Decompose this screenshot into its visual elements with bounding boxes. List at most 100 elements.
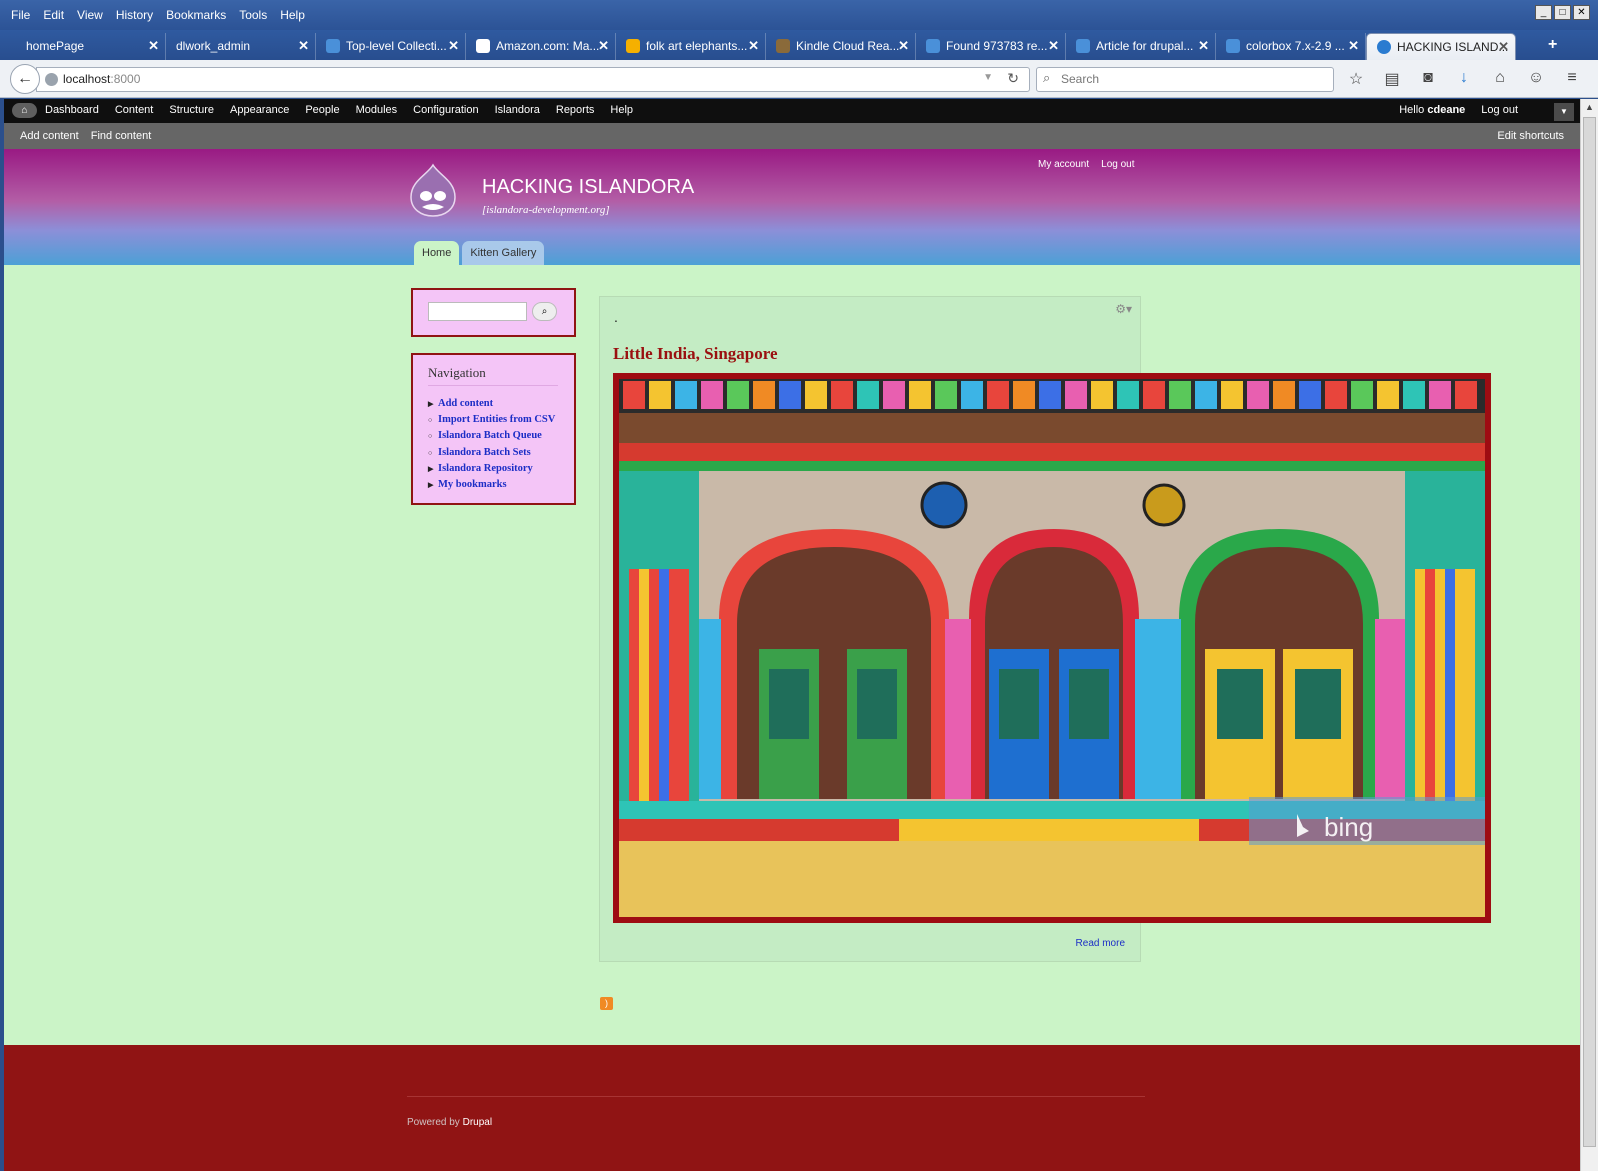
my-account-link[interactable]: My account <box>1038 159 1089 170</box>
close-tab-icon[interactable]: ✕ <box>298 38 309 54</box>
drupal-logo-icon[interactable] <box>409 163 457 217</box>
nav-item-my-bookmarks[interactable]: ▶ My bookmarks <box>428 477 555 493</box>
close-tab-icon[interactable]: ✕ <box>448 38 459 54</box>
admin-menu-modules[interactable]: Modules <box>356 104 398 116</box>
tab-amazon[interactable]: Amazon.com: Ma... ✕ <box>466 33 616 60</box>
back-button[interactable]: ← <box>10 64 40 94</box>
admin-menu-help[interactable]: Help <box>610 104 633 116</box>
tab-kitten-gallery[interactable]: Kitten Gallery <box>462 241 545 265</box>
page-viewport: ⌂ Dashboard Content Structure Appearance… <box>4 99 1580 1171</box>
site-name[interactable]: HACKING ISLANDORA <box>482 176 694 199</box>
close-window-button[interactable]: ✕ <box>1573 5 1590 20</box>
menu-help[interactable]: Help <box>275 6 313 24</box>
menu-view[interactable]: View <box>72 6 111 24</box>
nav-item-import-entities[interactable]: ○ Import Entities from CSV <box>428 412 555 428</box>
node-dot: . <box>614 309 618 325</box>
tab-label: Article for drupal... <box>1096 39 1194 53</box>
admin-menu-reports[interactable]: Reports <box>556 104 595 116</box>
url-bar[interactable]: localhost:8000 ▼ ↻ <box>36 67 1030 92</box>
hello-text: Hello <box>1399 104 1425 116</box>
reading-list-icon[interactable]: ▤ <box>1382 69 1402 89</box>
shortcuts-toggle-icon[interactable]: ▼ <box>1554 103 1574 121</box>
admin-menu-configuration[interactable]: Configuration <box>413 104 478 116</box>
tab-label: homePage <box>26 39 85 53</box>
node-title[interactable]: Little India, Singapore <box>613 344 778 364</box>
nav-item-add-content[interactable]: ▶ Add content <box>428 396 555 412</box>
admin-menu-structure[interactable]: Structure <box>169 104 214 116</box>
close-tab-icon[interactable]: ✕ <box>898 38 909 54</box>
drupal-link[interactable]: Drupal <box>463 1117 492 1128</box>
nav-item-batch-queue[interactable]: ○ Islandora Batch Queue <box>428 428 555 444</box>
tab-folk-art[interactable]: folk art elephants... ✕ <box>616 33 766 60</box>
hamburger-menu-icon[interactable]: ≡ <box>1562 69 1582 89</box>
vertical-scrollbar[interactable]: ▲ <box>1580 99 1598 1171</box>
bing-icon <box>626 39 640 53</box>
contextual-gear-icon[interactable]: ⚙▾ <box>1115 302 1132 316</box>
tab-label: folk art elephants... <box>646 39 748 53</box>
maximize-button[interactable]: □ <box>1554 5 1571 20</box>
logout-link[interactable]: Log out <box>1101 159 1134 170</box>
admin-menu-appearance[interactable]: Appearance <box>230 104 289 116</box>
navigation-list: ▶ Add content ○ Import Entities from CSV ○… <box>428 396 555 493</box>
shortcut-find-content[interactable]: Find content <box>91 130 152 142</box>
tab-found-results[interactable]: Found 973783 re... ✕ <box>916 33 1066 60</box>
admin-menu-people[interactable]: People <box>305 104 339 116</box>
home-icon[interactable]: ⌂ <box>1490 69 1510 89</box>
circle-bullet-icon: ○ <box>428 416 433 425</box>
tab-kindle[interactable]: Kindle Cloud Rea... ✕ <box>766 33 916 60</box>
chat-icon[interactable]: ☺ <box>1526 69 1546 89</box>
site-identity-icon[interactable] <box>45 73 58 86</box>
close-tab-icon[interactable]: ✕ <box>748 38 759 54</box>
admin-menu-content[interactable]: Content <box>115 104 154 116</box>
tab-label: Found 973783 re... <box>946 39 1048 53</box>
bookmark-star-icon[interactable]: ☆ <box>1346 69 1366 89</box>
history-dropdown-icon[interactable]: ▼ <box>983 72 993 83</box>
search-input[interactable]: ⌕ Search <box>1036 67 1334 92</box>
close-tab-icon[interactable]: ✕ <box>1048 38 1059 54</box>
admin-user-area: Hello cdeane Log out <box>1399 104 1518 116</box>
rss-feed-icon[interactable]: ) <box>600 997 613 1010</box>
tab-hacking-islandora[interactable]: HACKING ISLAND... ✕ <box>1366 33 1516 60</box>
close-tab-icon[interactable]: ✕ <box>1498 39 1509 55</box>
menu-tools[interactable]: Tools <box>234 6 275 24</box>
username[interactable]: cdeane <box>1427 104 1465 116</box>
tab-label: HACKING ISLAND... <box>1397 40 1509 54</box>
url-port: :8000 <box>110 72 141 86</box>
menu-bookmarks[interactable]: Bookmarks <box>161 6 234 24</box>
menu-edit[interactable]: Edit <box>38 6 72 24</box>
download-icon[interactable]: ↓ <box>1454 69 1474 89</box>
minimize-button[interactable]: _ <box>1535 5 1552 20</box>
close-tab-icon[interactable]: ✕ <box>148 38 159 54</box>
admin-menu-dashboard[interactable]: Dashboard <box>45 104 99 116</box>
tab-colorbox[interactable]: colorbox 7.x-2.9 ... ✕ <box>1216 33 1366 60</box>
close-tab-icon[interactable]: ✕ <box>1198 38 1209 54</box>
tab-home[interactable]: Home <box>414 241 460 265</box>
admin-logout-link[interactable]: Log out <box>1481 104 1518 116</box>
reload-icon[interactable]: ↻ <box>1007 70 1019 87</box>
bing-watermark: bing <box>1324 812 1373 842</box>
search-submit-button[interactable]: ⌕ <box>532 302 557 321</box>
menu-history[interactable]: History <box>111 6 161 24</box>
site-slogan: [islandora-development.org] <box>482 204 610 216</box>
nav-item-islandora-repository[interactable]: ▶ Islandora Repository <box>428 461 555 477</box>
edit-shortcuts-link[interactable]: Edit shortcuts <box>1497 130 1564 142</box>
new-tab-icon[interactable]: + <box>1548 36 1557 54</box>
site-search-input[interactable] <box>428 302 527 321</box>
menu-file[interactable]: File <box>6 6 38 24</box>
tab-article-drupal[interactable]: Article for drupal... ✕ <box>1066 33 1216 60</box>
tab-homepage[interactable]: homePage ✕ <box>16 33 166 60</box>
admin-home-icon[interactable]: ⌂ <box>12 103 37 118</box>
scroll-up-icon[interactable]: ▲ <box>1585 102 1594 112</box>
pocket-icon[interactable]: ◙ <box>1418 69 1438 89</box>
read-more-link[interactable]: Read more <box>1076 938 1125 949</box>
search-icon: ⌕ <box>1043 70 1051 85</box>
node-image[interactable]: bing <box>613 373 1491 923</box>
admin-menu-islandora[interactable]: Islandora <box>495 104 540 116</box>
scrollbar-thumb[interactable] <box>1583 117 1596 1147</box>
tab-top-level-collection[interactable]: Top-level Collecti... ✕ <box>316 33 466 60</box>
tab-dlwork-admin[interactable]: dlwork_admin ✕ <box>166 33 316 60</box>
nav-item-batch-sets[interactable]: ○ Islandora Batch Sets <box>428 445 555 461</box>
close-tab-icon[interactable]: ✕ <box>598 38 609 54</box>
shortcut-add-content[interactable]: Add content <box>20 130 79 142</box>
close-tab-icon[interactable]: ✕ <box>1348 38 1359 54</box>
